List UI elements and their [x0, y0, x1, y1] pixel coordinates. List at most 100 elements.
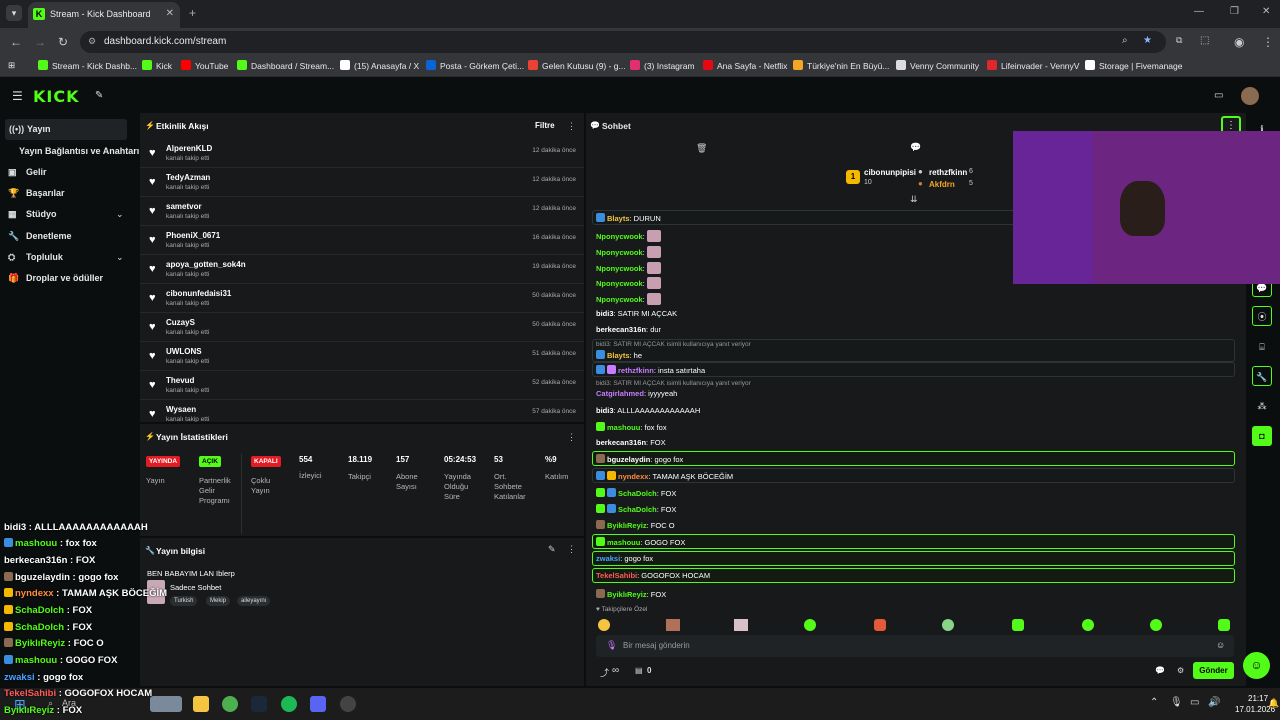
- chevron-up-icon[interactable]: ⌃: [1150, 697, 1158, 708]
- partner-label: Partnerlik Gelir Programı: [199, 476, 231, 505]
- emote-icon[interactable]: [874, 619, 886, 631]
- discord-icon[interactable]: [310, 696, 326, 712]
- pin-expand-icon[interactable]: ⇊: [910, 194, 918, 205]
- mic-icon[interactable]: 🎙: [606, 640, 617, 651]
- reload-icon[interactable]: ↻: [58, 35, 68, 49]
- close-tab-icon[interactable]: ✕: [166, 8, 174, 19]
- profile-icon[interactable]: ◉: [1234, 35, 1244, 49]
- emote-icon[interactable]: [1218, 619, 1230, 631]
- emote-icon[interactable]: [942, 619, 954, 631]
- sidebar-item-gelir[interactable]: ▣ Gelir: [8, 167, 47, 178]
- bookmark-star-icon[interactable]: ★: [1143, 35, 1152, 46]
- nodes-icon[interactable]: ⁂: [1252, 396, 1272, 416]
- gear-icon[interactable]: ⚙: [1177, 666, 1184, 675]
- more-options-icon[interactable]: ⋮: [567, 432, 576, 443]
- media-icon[interactable]: ▭: [1214, 90, 1223, 101]
- tag[interactable]: Turkish: [170, 596, 198, 606]
- emote-icon[interactable]: [804, 619, 816, 631]
- sidebar-item-stream-key[interactable]: Yayın Bağlantısı ve Anahtarı: [19, 146, 139, 156]
- badge-icon: [4, 538, 13, 547]
- site-info-icon[interactable]: ⚙: [88, 36, 96, 47]
- sidebar-item-denetleme[interactable]: 🔧 Denetleme: [8, 231, 72, 242]
- category-name[interactable]: Sadece Sohbet: [170, 583, 221, 592]
- emote-icon[interactable]: [734, 619, 748, 631]
- bot-icon[interactable]: ◘: [1252, 426, 1272, 446]
- bookmark-item[interactable]: Gelen Kutusu (9) - g...: [528, 60, 626, 71]
- chat-settings-icon[interactable]: 💬: [910, 142, 921, 153]
- broadcast-icon[interactable]: ⦿: [1252, 306, 1272, 326]
- hamburger-menu-icon[interactable]: ☰: [12, 89, 23, 103]
- sidebar-item-basarilar[interactable]: 🏆 Başarılar: [8, 188, 65, 199]
- emote-icon[interactable]: [1150, 619, 1162, 631]
- edit-icon[interactable]: ✎: [548, 544, 556, 555]
- emote-icon[interactable]: [666, 619, 680, 631]
- back-icon[interactable]: ←: [10, 35, 22, 49]
- leaderboard-second-user: rethzfkinn: [929, 168, 968, 177]
- spotify-icon[interactable]: [281, 696, 297, 712]
- sidebar-item-topluluk[interactable]: ⛭ Topluluk: [8, 252, 63, 263]
- zoom-icon[interactable]: ⌕: [1122, 35, 1128, 46]
- clock-time[interactable]: 21:17: [1248, 694, 1268, 703]
- send-button[interactable]: Gönder: [1193, 662, 1234, 679]
- widget-icon[interactable]: [150, 696, 182, 712]
- share-icon[interactable]: ⤴: [600, 666, 609, 679]
- sidebar-item-droplar[interactable]: 🎁 Droplar ve ödüller: [8, 273, 103, 284]
- chevron-down-icon[interactable]: ⌄: [116, 209, 124, 220]
- maximize-icon[interactable]: ❐: [1230, 6, 1239, 17]
- chat-bubble-icon[interactable]: 💬: [1155, 666, 1165, 675]
- bookmark-item[interactable]: Lifeinvader - VennyV: [987, 60, 1079, 71]
- chrome-icon[interactable]: [222, 696, 238, 712]
- bookmark-item[interactable]: Storage | Fivemanage: [1085, 60, 1182, 71]
- wrench-icon[interactable]: 🔧: [1252, 366, 1272, 386]
- browser-tab[interactable]: K Stream - Kick Dashboard ✕: [28, 2, 180, 28]
- sidebar-item-studyo[interactable]: ▦ Stüdyo: [8, 209, 57, 220]
- lock-icon[interactable]: ⌸: [1252, 337, 1272, 357]
- bookmark-item[interactable]: Venny Community: [896, 60, 979, 71]
- chevron-down-icon[interactable]: ⌄: [116, 252, 124, 263]
- file-explorer-icon[interactable]: [193, 696, 209, 712]
- bookmark-item[interactable]: (15) Anasayfa / X: [340, 60, 419, 71]
- points-count: 0: [647, 666, 652, 675]
- bookmark-item[interactable]: Ana Sayfa - Netflix: [703, 60, 787, 71]
- bookmark-item[interactable]: Dashboard / Stream...: [237, 60, 334, 71]
- bookmark-item[interactable]: Kick: [142, 60, 172, 71]
- tag[interactable]: aileyayını: [237, 596, 271, 606]
- mic-icon[interactable]: 🎙: [1170, 697, 1183, 708]
- sidebar-item-yayin[interactable]: ((•)) Yayın: [5, 119, 127, 140]
- bookmark-item[interactable]: Posta - Görkem Çeti...: [426, 60, 524, 71]
- more-options-icon[interactable]: ⋮: [567, 544, 576, 555]
- volume-icon[interactable]: 🔊: [1208, 697, 1220, 708]
- bookmark-item[interactable]: Türkiye'nin En Büyü...: [793, 60, 889, 71]
- chest-icon[interactable]: ▤: [635, 666, 643, 675]
- bookmark-item[interactable]: Stream - Kick Dashb...: [38, 60, 137, 71]
- chat-input[interactable]: 🎙 Bir mesaj gönderin ☺: [596, 635, 1234, 657]
- emote-icon[interactable]: [1012, 619, 1024, 631]
- minimize-icon[interactable]: —: [1194, 6, 1204, 17]
- tab-search-dropdown[interactable]: ▾: [6, 5, 22, 21]
- notification-bell-icon[interactable]: 🔔: [1268, 698, 1279, 709]
- kick-logo[interactable]: KICK: [33, 87, 80, 106]
- steam-icon[interactable]: [251, 696, 267, 712]
- extensions-puzzle-icon[interactable]: ⬚: [1200, 35, 1209, 46]
- obs-icon[interactable]: [340, 696, 356, 712]
- new-tab-button[interactable]: +: [189, 6, 196, 20]
- more-options-icon[interactable]: ⋮: [567, 121, 576, 132]
- extension-icon[interactable]: ⧉: [1176, 35, 1182, 46]
- emote-icon[interactable]: [598, 619, 610, 631]
- bookmark-item[interactable]: YouTube: [181, 60, 228, 71]
- avatar[interactable]: [1241, 87, 1259, 105]
- bookmark-item[interactable]: (3) Instagram: [630, 60, 695, 71]
- emoji-icon[interactable]: ☺: [1216, 640, 1225, 650]
- filter-button[interactable]: Filtre: [535, 121, 555, 130]
- network-icon[interactable]: ▭: [1190, 697, 1199, 708]
- tag[interactable]: Mekip: [206, 596, 231, 606]
- chrome-menu-icon[interactable]: ⋮: [1262, 35, 1274, 49]
- address-bar[interactable]: ⚙ dashboard.kick.com/stream ⌕ ★: [80, 31, 1166, 53]
- trash-icon[interactable]: 🗑: [696, 143, 707, 154]
- apps-grid-icon[interactable]: ⊞: [8, 60, 15, 71]
- support-chat-icon[interactable]: ☺: [1243, 652, 1270, 679]
- pin-icon[interactable]: ✎: [95, 90, 103, 101]
- emote-icon[interactable]: [1082, 619, 1094, 631]
- close-window-icon[interactable]: ✕: [1262, 6, 1270, 17]
- forward-icon[interactable]: →: [34, 35, 46, 49]
